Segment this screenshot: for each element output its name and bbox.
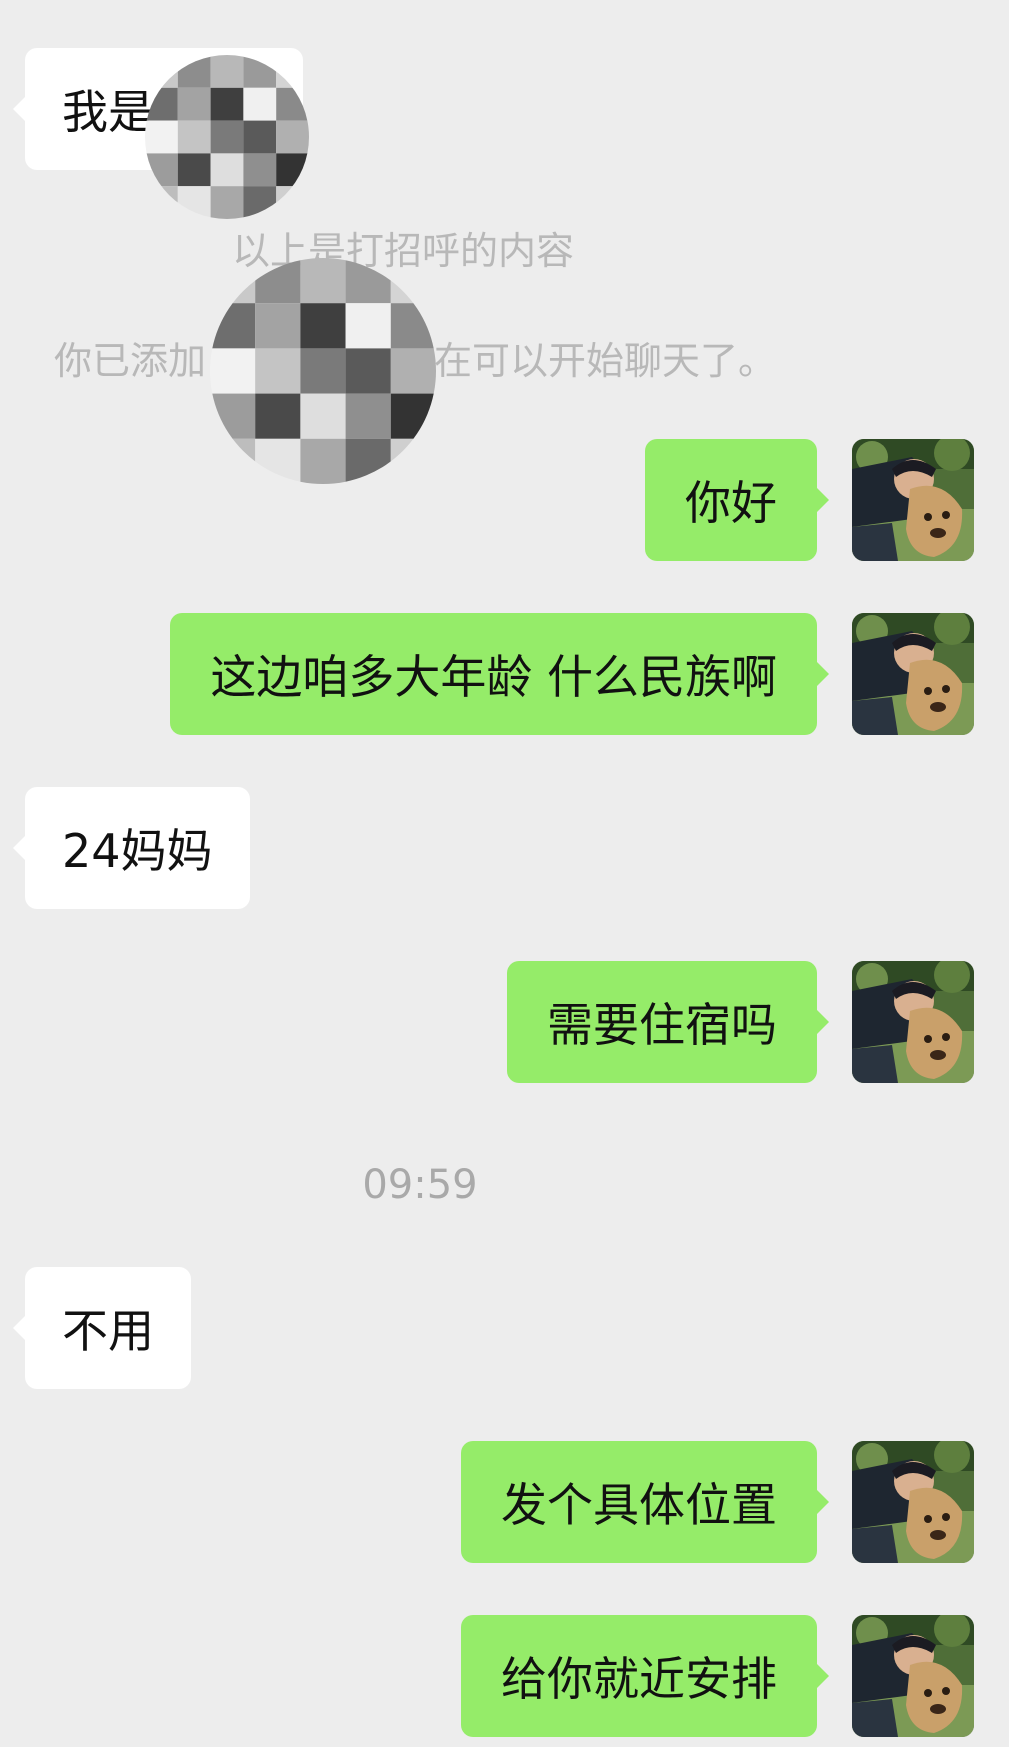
message-text: 不用 (62, 1304, 154, 1358)
message-bubble-outgoing[interactable]: 给你就近安排 (461, 1615, 829, 1737)
mosaic-icon (210, 258, 436, 484)
friend-added-prefix: 你已添加 (54, 339, 207, 383)
message-text: 我是 (62, 85, 154, 139)
my-avatar[interactable] (852, 961, 974, 1083)
friend-added-suffix: 在可以开始聊天了。 (434, 339, 777, 383)
message-text: 发个具体位置 (501, 1478, 777, 1532)
my-avatar[interactable] (852, 439, 974, 561)
message-bubble-outgoing[interactable]: 发个具体位置 (461, 1441, 829, 1563)
my-avatar[interactable] (852, 1441, 974, 1563)
message-text: 你好 (685, 476, 777, 530)
avatar-icon (852, 1615, 974, 1737)
message-bubble-incoming[interactable]: 24妈妈 (13, 787, 250, 909)
avatar-icon (852, 439, 974, 561)
message-text: 需要住宿吗 (547, 998, 777, 1052)
message-bubble-outgoing[interactable]: 需要住宿吗 (507, 961, 829, 1083)
redacted-name-mosaic (210, 258, 436, 484)
redacted-name-mosaic (145, 55, 309, 219)
avatar-icon (852, 613, 974, 735)
my-avatar[interactable] (852, 1615, 974, 1737)
mosaic-icon (145, 55, 309, 219)
message-bubble-outgoing[interactable]: 这边咱多大年龄 什么民族啊 (170, 613, 829, 735)
message-bubble-outgoing[interactable]: 你好 (645, 439, 829, 561)
message-text: 24妈妈 (62, 824, 213, 878)
chat-timestamp: 09:59 (362, 1162, 478, 1208)
avatar-icon (852, 1441, 974, 1563)
message-bubble-incoming[interactable]: 不用 (13, 1267, 191, 1389)
my-avatar[interactable] (852, 613, 974, 735)
message-text: 给你就近安排 (501, 1652, 777, 1706)
message-text: 这边咱多大年龄 什么民族啊 (210, 650, 777, 704)
avatar-icon (852, 961, 974, 1083)
